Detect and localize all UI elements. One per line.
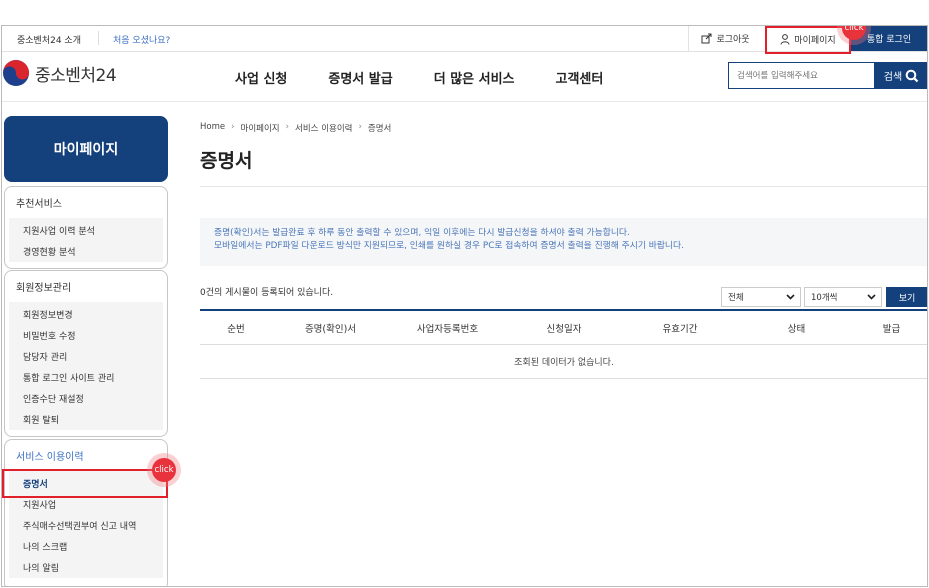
view-button[interactable]: 보기 [886,287,927,307]
browser-frame: 중소벤처24 소개 처음 오셨나요? 로그아웃 마이페이지 통합 로그인 중소벤… [1,25,928,587]
notice-line: 증명(확인)서는 발급완료 후 하루 동안 출력할 수 있으며, 익일 이후에는… [214,228,630,238]
column-header: 사업자등록번호 [416,323,479,335]
column-header: 상태 [787,323,806,335]
click-marker-label: click [842,26,866,40]
title-divider [200,186,927,187]
sidebar-item-my-notifications[interactable]: 나의 알림 [9,557,163,578]
sidebar-item-stock-option-report[interactable]: 주식매수선택권부여 신고 내역 [9,515,163,536]
logout-icon [701,33,712,44]
search-input[interactable] [728,62,875,89]
search-bar: 검색 [728,62,927,89]
divider [98,31,99,45]
column-header: 신청일자 [546,323,582,335]
sidebar-item-support-history[interactable]: 지원사업 이력 분석 [9,220,163,241]
about-link[interactable]: 중소벤처24 소개 [17,33,81,46]
sidebar-group-title[interactable]: 서비스 이용이력 [5,440,167,471]
sidebar-item-manager[interactable]: 담당자 관리 [9,346,163,367]
page-size-select[interactable]: 10개씩 [804,287,882,307]
sidebar-item-withdraw[interactable]: 회원 탈퇴 [9,409,163,430]
site-logo[interactable]: 중소벤처24 [2,59,117,87]
column-header: 유효기간 [662,323,698,335]
logout-label: 로그아웃 [716,35,750,45]
sidebar-item-change-password[interactable]: 비밀번호 수정 [9,325,163,346]
nav-customer-center[interactable]: 고객센터 [556,68,604,87]
notice-line: 모바일에서는 PDF파일 다운로드 방식만 지원되므로, 인쇄를 원하실 경우 … [214,241,684,251]
page-title: 증명서 [200,150,253,172]
notice-box: 증명(확인)서는 발급완료 후 하루 동안 출력할 수 있으며, 익일 이후에는… [200,218,927,266]
nav-more-services[interactable]: 더 많은 서비스 [434,68,515,87]
breadcrumb-home[interactable]: Home [200,122,225,134]
first-visit-link[interactable]: 처음 오셨나요? [113,33,170,46]
sidebar-group-title[interactable]: 회원정보관리 [5,271,167,302]
click-highlight-certificate [2,469,168,498]
sidebar-group-service-history: 서비스 이용이력 증명서 지원사업 주식매수선택권부여 신고 내역 나의 스크랩… [4,439,168,586]
chevron-down-icon [786,294,795,300]
sidebar-item-my-scrap[interactable]: 나의 스크랩 [9,536,163,557]
sidebar-item-management-status[interactable]: 경영현황 분석 [9,241,163,262]
column-header: 증명(확인)서 [304,323,357,335]
click-marker-label: click [152,458,176,482]
search-button[interactable]: 검색 [875,62,927,89]
chevron-down-icon [867,294,876,300]
certificate-table: 순번 증명(확인)서 사업자등록번호 신청일자 유효기간 상태 발급 조회된 데… [200,309,927,379]
sidebar-item-reset-auth[interactable]: 인증수단 재설정 [9,388,163,409]
breadcrumb-current: 증명서 [367,124,392,134]
search-button-label: 검색 [883,72,903,83]
filter-select-value: 전체 [728,293,744,303]
chevron-right-icon: › [231,122,235,132]
nav-certificate-issue[interactable]: 증명서 발급 [328,68,392,87]
header-divider [2,101,927,102]
logout-button[interactable]: 로그아웃 [688,26,762,51]
chevron-right-icon: › [358,122,362,132]
breadcrumb-mypage[interactable]: 마이페이지 [241,122,280,134]
empty-row: 조회된 데이터가 없습니다. [200,345,927,379]
table-header: 순번 증명(확인)서 사업자등록번호 신청일자 유효기간 상태 발급 [200,309,927,345]
main-nav: 사업 신청 증명서 발급 더 많은 서비스 고객센터 [235,68,644,87]
sidebar-title: 마이페이지 [4,116,168,182]
filter-select[interactable]: 전체 [721,287,801,307]
chevron-right-icon: › [285,122,290,132]
sidebar-group-recommend: 추천서비스 지원사업 이력 분석 경영현황 분석 [4,186,168,269]
search-icon [905,69,919,82]
sidebar-item-edit-profile[interactable]: 회원정보변경 [9,304,163,325]
result-count: 0건의 게시물이 등록되어 있습니다. [200,288,334,298]
logo-text: 중소벤처24 [35,65,117,86]
column-header: 발급 [882,323,901,335]
sidebar-item-sso-sites[interactable]: 통합 로그인 사이트 관리 [9,367,163,388]
column-header: 순번 [227,323,245,335]
page-size-select-value: 10개씩 [811,293,838,303]
taegeuk-logo-icon [2,59,30,87]
nav-business-apply[interactable]: 사업 신청 [235,68,287,87]
breadcrumb-service-history[interactable]: 서비스 이용이력 [295,122,352,134]
click-marker: click [147,453,181,487]
sidebar-group-title[interactable]: 추천서비스 [5,187,167,218]
breadcrumb: Home › 마이페이지 › 서비스 이용이력 › 증명서 [200,122,391,134]
sidebar-group-member: 회원정보관리 회원정보변경 비밀번호 수정 담당자 관리 통합 로그인 사이트 … [4,270,168,437]
